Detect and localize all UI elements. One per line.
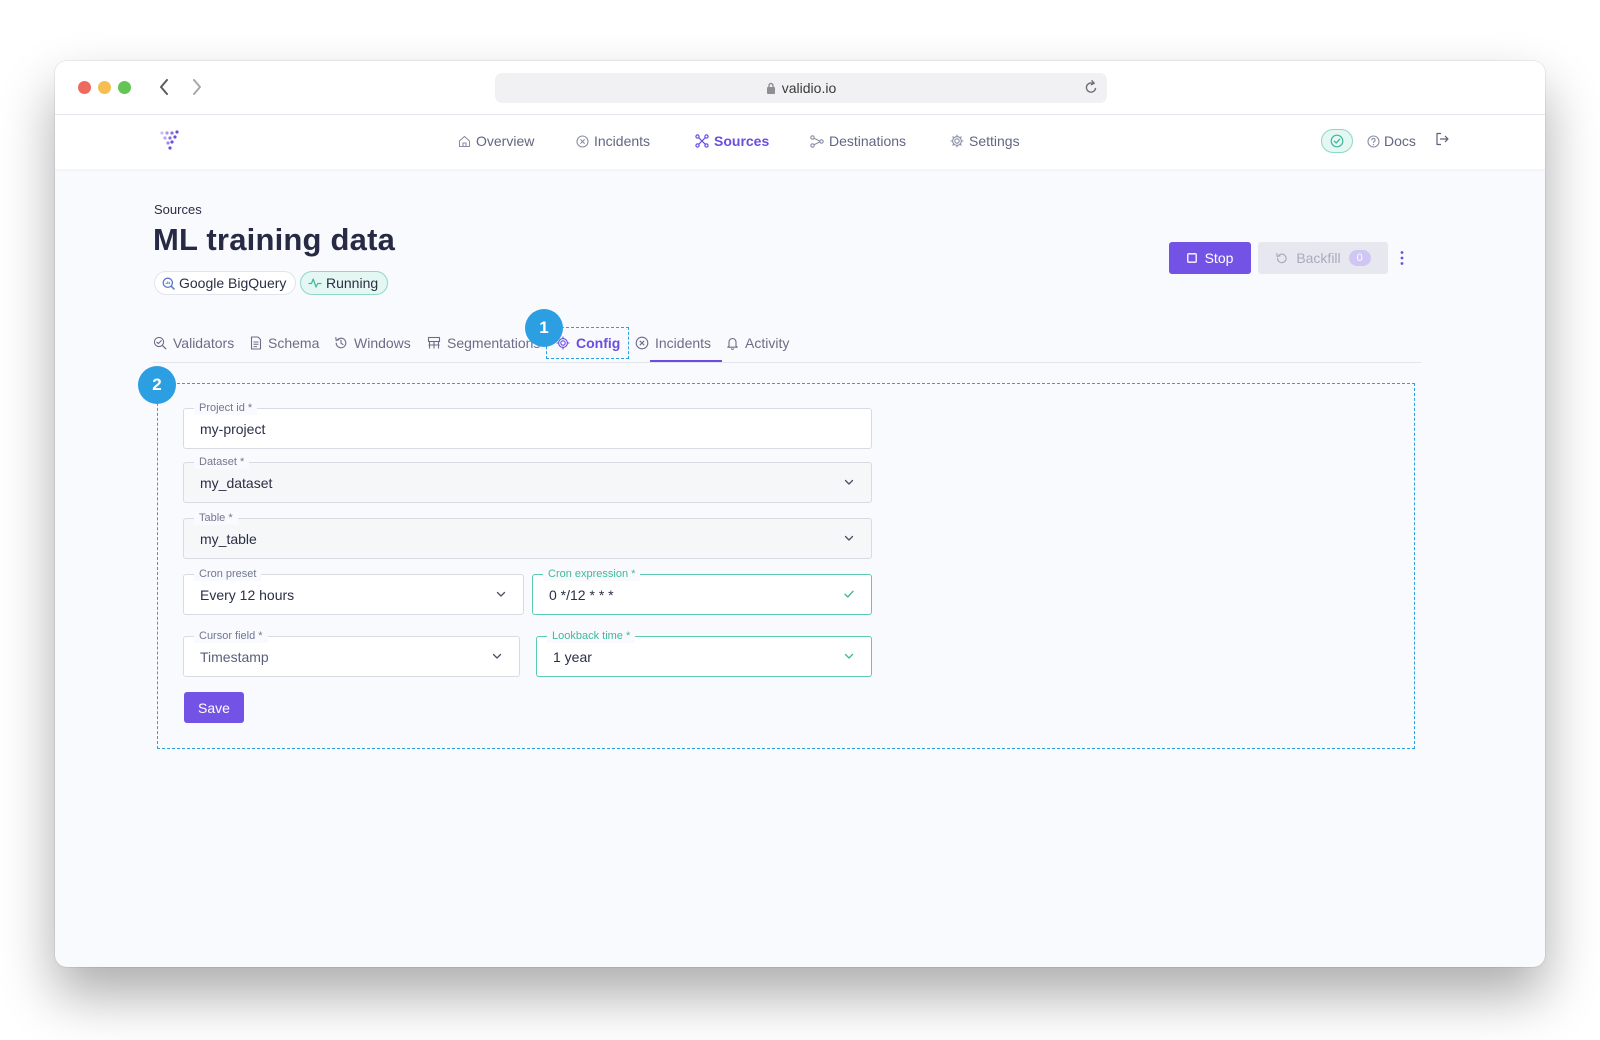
status-badge: Running [300,271,389,295]
annotation-marker-2: 2 [138,366,176,404]
cron-expression-field[interactable]: Cron expression * 0 */12 * * * [532,567,872,615]
incident-icon [635,336,649,350]
cron-preset-value: Every 12 hours [200,587,295,603]
more-options-icon[interactable] [1395,246,1409,270]
docs-link[interactable]: Docs [1367,133,1416,149]
nav-sources[interactable]: Sources [695,133,769,149]
segmentation-icon [427,336,441,349]
forward-arrow-icon[interactable] [186,75,208,99]
history-icon [335,337,347,349]
lookback-time-value: 1 year [553,649,592,665]
address-bar[interactable]: validio.io [495,73,1107,103]
table-select[interactable]: Table * my_table [183,511,872,559]
active-tab-indicator [650,360,722,362]
chevron-down-icon [495,588,507,600]
browser-window: validio.io Overview Incidents Sources De… [55,61,1545,967]
nav-settings-label: Settings [969,133,1020,149]
breadcrumb[interactable]: Sources [154,202,202,217]
nav-incidents-label: Incidents [594,133,651,149]
chevron-down-icon [843,650,855,662]
destinations-icon [810,134,824,148]
cron-expression-label: Cron expression * [543,567,641,581]
help-circle-icon [1367,134,1380,148]
cron-preset-select[interactable]: Cron preset Every 12 hours [183,567,524,615]
tab-validators[interactable]: Validators [153,335,234,351]
nav-sources-label: Sources [714,133,770,149]
chevron-down-icon [843,476,855,488]
backfill-label: Backfill [1296,250,1341,266]
backfill-button[interactable]: Backfill 0 [1258,242,1388,274]
table-value: my_table [200,531,257,547]
source-tabs: Validators Schema Windows Segmentations … [153,329,1421,363]
tab-incidents-label: Incidents [655,335,712,351]
browser-toolbar: validio.io [55,61,1545,115]
logout-icon[interactable] [1435,132,1449,146]
nav-destinations[interactable]: Destinations [810,133,906,149]
tab-activity-label: Activity [745,335,790,351]
lock-icon [766,82,776,94]
cron-expression-value: 0 */12 * * * [549,587,614,603]
nav-destinations-label: Destinations [829,133,907,149]
lookback-time-select[interactable]: Lookback time * 1 year [536,629,872,677]
project-id-label: Project id * [194,401,258,415]
project-id-field[interactable]: Project id * my-project [183,401,872,449]
nav-settings[interactable]: Settings [950,133,1020,149]
check-icon [843,588,855,600]
check-circle-icon [1330,134,1344,148]
dataset-select[interactable]: Dataset * my_dataset [183,455,872,503]
docs-label: Docs [1384,133,1416,149]
back-arrow-icon[interactable] [153,75,175,99]
source-type-label: Google BigQuery [179,275,287,291]
minimize-window-button[interactable] [98,81,111,94]
nav-overview-label: Overview [476,133,535,149]
tab-segmentations[interactable]: Segmentations [427,335,540,351]
save-button[interactable]: Save [184,692,244,723]
page-title: ML training data [153,222,396,257]
tab-windows-label: Windows [354,335,411,351]
cursor-field-value: Timestamp [200,649,269,665]
nav-overview[interactable]: Overview [458,133,534,149]
stop-button[interactable]: Stop [1169,242,1251,274]
nav-incidents[interactable]: Incidents [576,133,650,149]
url-text: validio.io [781,80,837,96]
source-type-badge: Google BigQuery [154,271,297,295]
tab-segmentations-label: Segmentations [447,335,541,351]
dataset-value: my_dataset [200,475,273,491]
backfill-count-badge: 0 [1348,250,1371,266]
sources-icon [695,134,709,148]
cursor-field-select[interactable]: Cursor field * Timestamp [183,629,520,677]
tab-schema-label: Schema [268,335,320,351]
incident-icon [576,134,589,148]
close-window-button[interactable] [78,81,91,94]
bigquery-icon [162,277,175,290]
validator-icon [153,336,167,350]
chevron-down-icon [843,532,855,544]
annotation-marker-1: 1 [525,309,563,347]
tab-incidents[interactable]: Incidents [635,335,711,351]
project-id-value: my-project [200,421,266,437]
cron-preset-label: Cron preset [194,567,262,581]
stop-icon [1186,253,1197,263]
tab-windows[interactable]: Windows [334,335,411,351]
stop-label: Stop [1204,250,1234,266]
tab-schema[interactable]: Schema [250,335,319,351]
lookback-time-label: Lookback time * [547,629,636,643]
undo-icon [1276,252,1288,263]
table-label: Table * [194,511,238,525]
home-icon [458,135,471,147]
bell-icon [727,337,738,350]
cursor-field-label: Cursor field * [194,629,268,643]
app-navbar: Overview Incidents Sources Destinations … [55,115,1545,169]
dataset-label: Dataset * [194,455,250,469]
maximize-window-button[interactable] [118,81,131,94]
status-label: Running [326,275,379,291]
chevron-down-icon [491,650,503,662]
tab-validators-label: Validators [173,335,235,351]
tab-activity[interactable]: Activity [726,335,789,351]
reload-icon[interactable] [1084,80,1098,95]
activity-icon [308,278,322,288]
gear-icon [950,134,964,148]
system-status-button[interactable] [1321,129,1353,153]
document-icon [250,336,262,350]
